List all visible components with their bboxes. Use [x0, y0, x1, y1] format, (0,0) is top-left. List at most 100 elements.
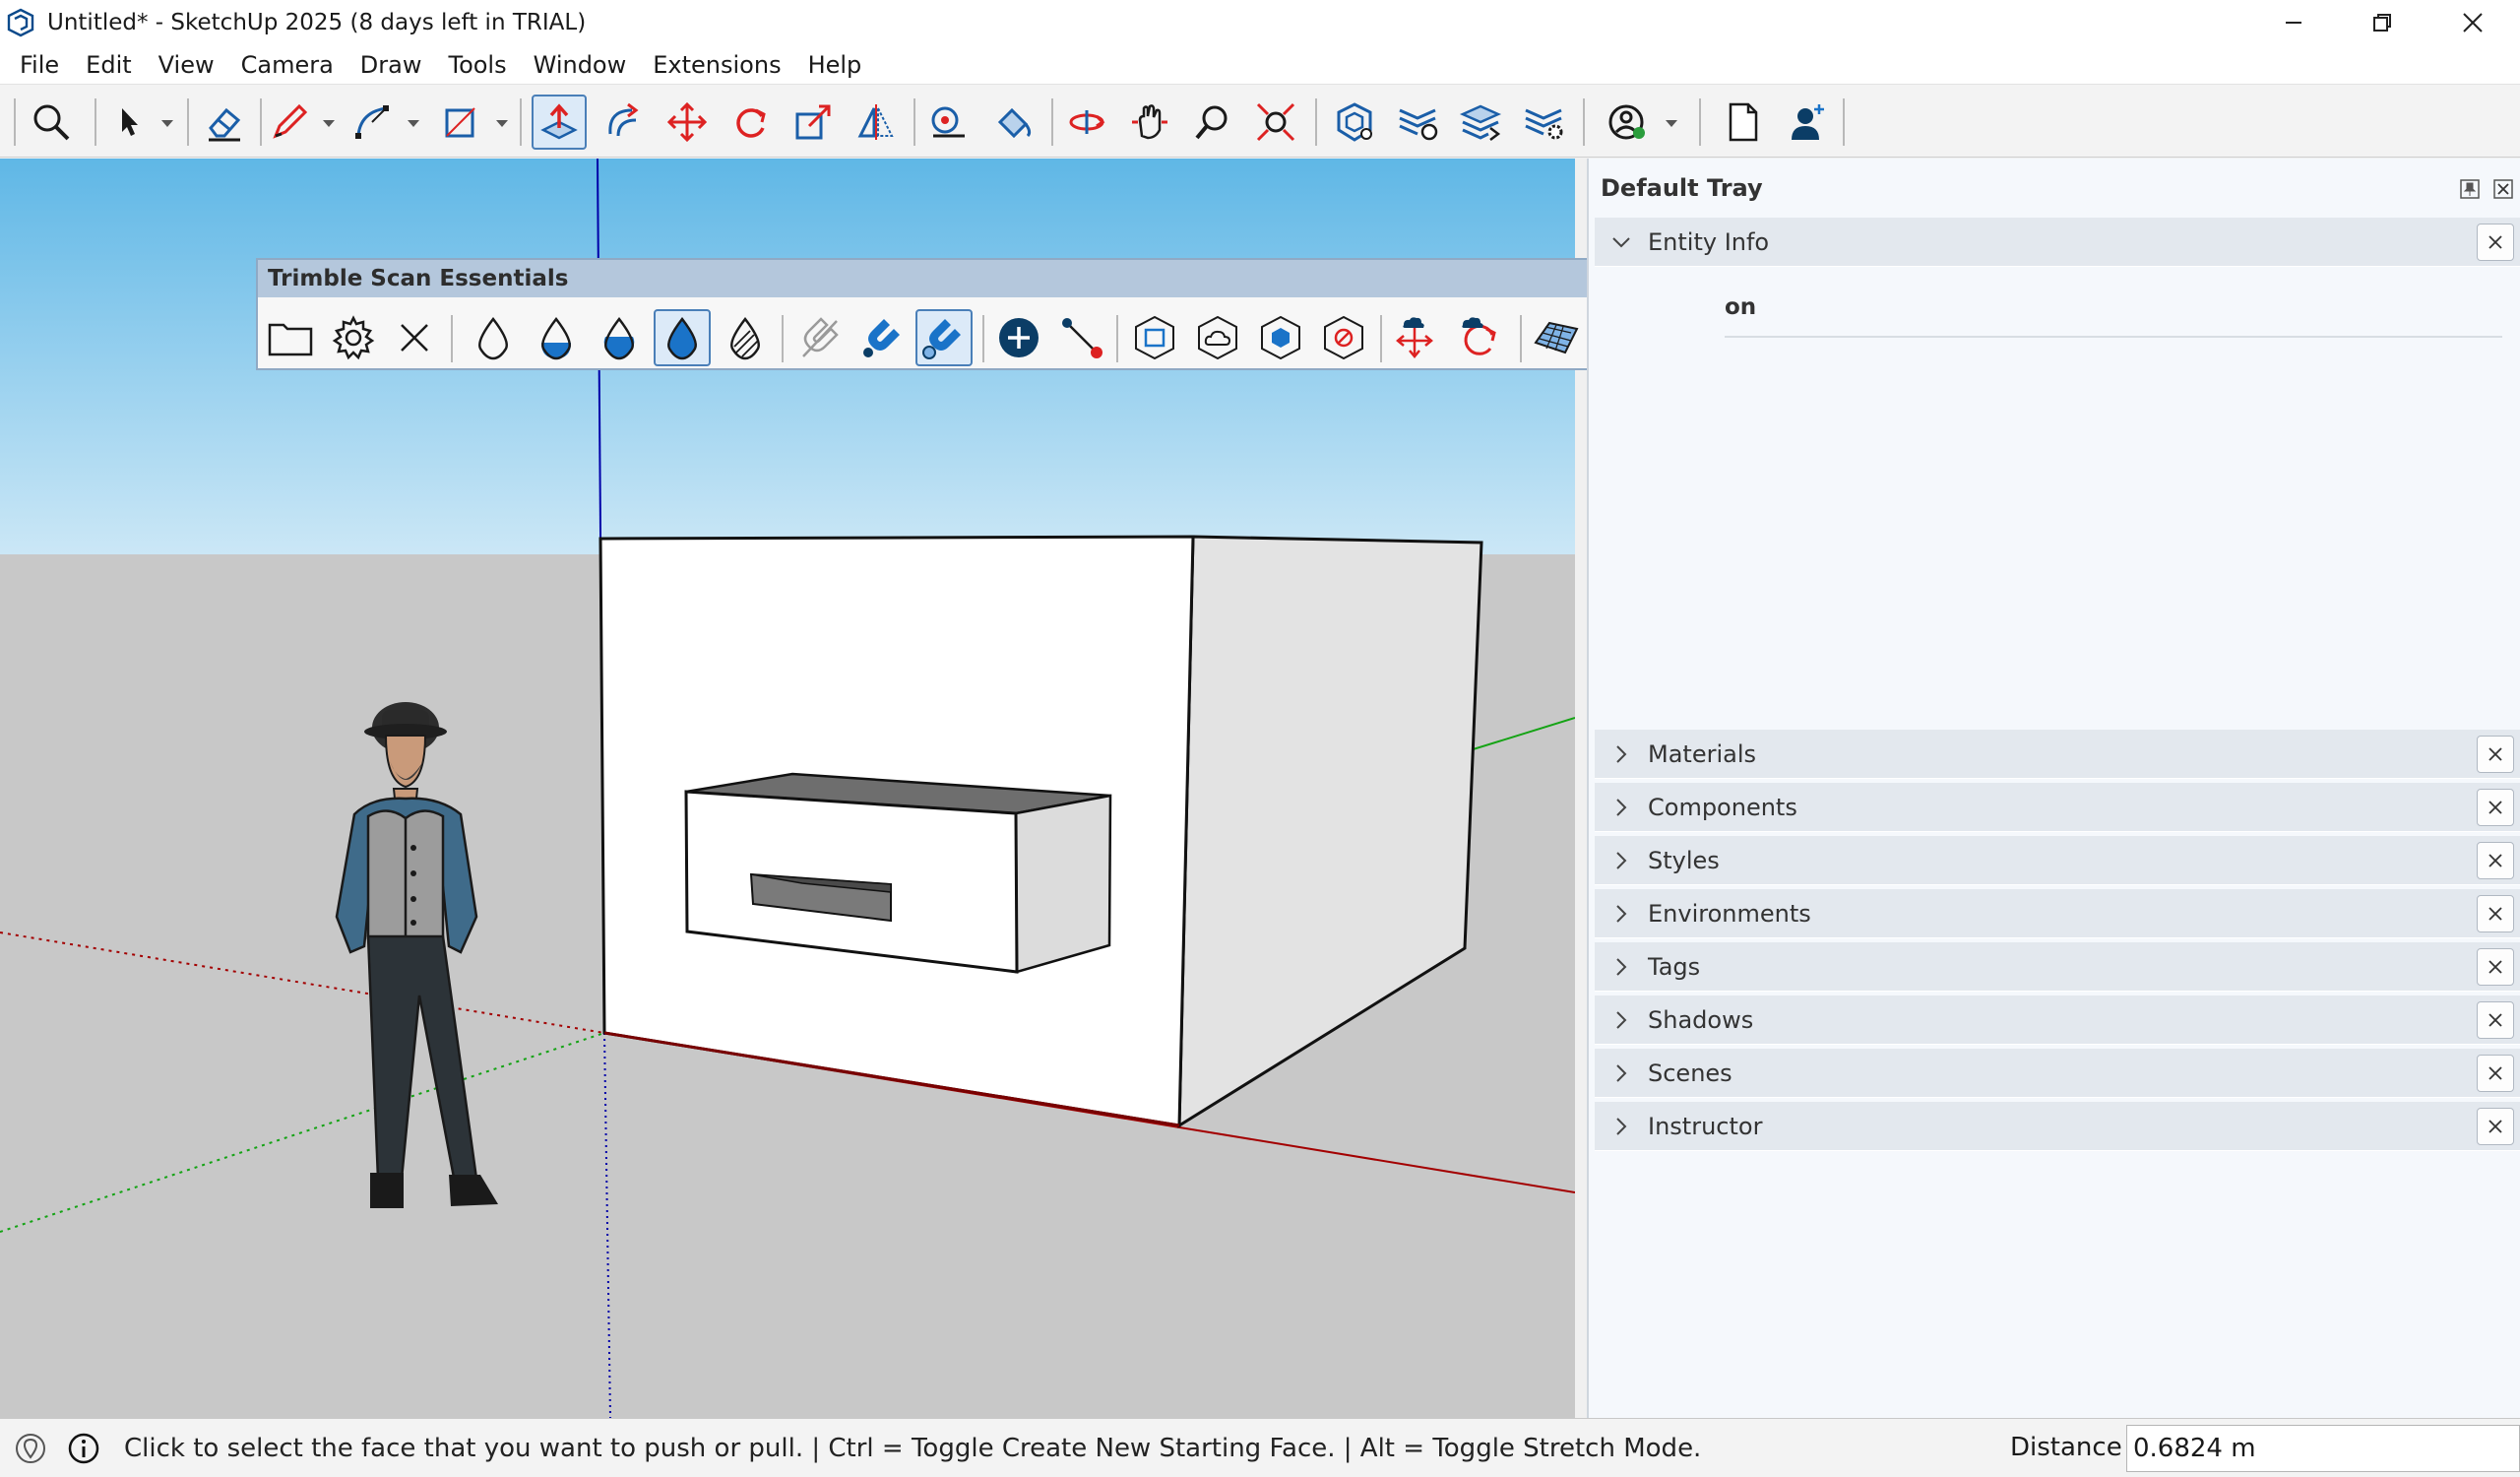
follow-me-tool-button[interactable]: [597, 95, 652, 150]
panel-close-button[interactable]: [2477, 842, 2514, 879]
toolbar-grip[interactable]: [14, 98, 16, 146]
split-button[interactable]: [1386, 309, 1443, 366]
panel-styles[interactable]: Styles: [1595, 836, 2520, 885]
pin-icon[interactable]: [2459, 178, 2481, 200]
chevron-down-icon[interactable]: [159, 116, 175, 130]
scan-settings-button[interactable]: [325, 309, 382, 366]
zoom-tool-button[interactable]: [1185, 95, 1240, 150]
panel-close-button[interactable]: [2477, 224, 2514, 261]
panel-close-button[interactable]: [2477, 948, 2514, 986]
panel-close-button[interactable]: [2477, 789, 2514, 826]
layout-button[interactable]: [1453, 95, 1508, 150]
search-tool-button[interactable]: [24, 95, 79, 150]
menu-edit[interactable]: Edit: [74, 51, 143, 79]
panel-environments[interactable]: Environments: [1595, 889, 2520, 938]
profile-button[interactable]: [1601, 95, 1656, 150]
snap-off-button[interactable]: [791, 309, 849, 366]
chevron-down-icon[interactable]: [321, 116, 337, 130]
drop-solid-button[interactable]: [654, 309, 711, 366]
user-button[interactable]: [1780, 95, 1835, 150]
close-icon: [2488, 960, 2502, 974]
toolbar-separator: [451, 315, 453, 362]
new-file-button[interactable]: [1715, 95, 1770, 150]
scale-tool-button[interactable]: [786, 95, 841, 150]
warehouse-button[interactable]: [1327, 95, 1382, 150]
menu-file[interactable]: File: [8, 51, 71, 79]
chevron-down-icon[interactable]: [406, 116, 421, 130]
orbit-tool-button[interactable]: [1059, 95, 1114, 150]
scan-toolbar-title: Trimble Scan Essentials: [268, 266, 569, 291]
menu-draw[interactable]: Draw: [348, 51, 434, 79]
toolbar-separator: [520, 98, 522, 146]
restore-button[interactable]: [2337, 0, 2427, 45]
drop-fill-button[interactable]: [591, 309, 648, 366]
select-tool-button[interactable]: [100, 95, 156, 150]
panel-close-button[interactable]: [2477, 1001, 2514, 1039]
move-tool-button[interactable]: [660, 95, 715, 150]
solid-box-button[interactable]: [1252, 309, 1309, 366]
panel-materials[interactable]: Materials: [1595, 730, 2520, 779]
scan-essentials-toolbar[interactable]: Trimble Scan Essentials: [256, 258, 1723, 370]
scan-toolbar-header[interactable]: Trimble Scan Essentials: [258, 260, 1721, 297]
arc-tool-button[interactable]: [345, 95, 400, 150]
paint-tool-button[interactable]: [984, 95, 1040, 150]
scan-clear-button[interactable]: [386, 309, 443, 366]
geolocation-icon[interactable]: [14, 1432, 47, 1465]
close-window-button[interactable]: [2427, 0, 2518, 45]
reload-button[interactable]: [1451, 309, 1508, 366]
snap-active-icon: [922, 319, 961, 359]
panel-close-button[interactable]: [2477, 895, 2514, 932]
measurements-input[interactable]: 0.6824 m: [2126, 1425, 2520, 1472]
panel-components[interactable]: Components: [1595, 783, 2520, 832]
menu-help[interactable]: Help: [796, 51, 874, 79]
panel-tags[interactable]: Tags: [1595, 942, 2520, 992]
menu-extensions[interactable]: Extensions: [641, 51, 792, 79]
drop-outline-button[interactable]: [465, 309, 522, 366]
inner-box-right[interactable]: [1014, 794, 1112, 974]
push-pull-tool-button[interactable]: [532, 95, 587, 150]
restore-icon: [2373, 14, 2391, 32]
flip-tool-button[interactable]: [849, 95, 904, 150]
menu-tools[interactable]: Tools: [436, 51, 518, 79]
pan-tool-button[interactable]: [1122, 95, 1177, 150]
menu-view[interactable]: View: [147, 51, 226, 79]
tape-measure-icon: [931, 106, 965, 138]
scan-open-button[interactable]: [262, 309, 319, 366]
chevron-down-icon[interactable]: [494, 116, 510, 130]
minimize-button[interactable]: [2248, 0, 2339, 45]
panel-close-button[interactable]: [2477, 736, 2514, 773]
pencil-tool-button[interactable]: [262, 95, 317, 150]
add-point-button[interactable]: [990, 309, 1047, 366]
cloud-box-button[interactable]: [1189, 309, 1246, 366]
snap-button[interactable]: [854, 309, 912, 366]
no-box-button[interactable]: [1315, 309, 1372, 366]
close-icon: [2488, 747, 2502, 761]
extension-manager-button[interactable]: [1516, 95, 1571, 150]
box-button[interactable]: [1126, 309, 1183, 366]
shape-tool-button[interactable]: [433, 95, 488, 150]
panel-close-button[interactable]: [2477, 1108, 2514, 1145]
panel-instructor[interactable]: Instructor: [1595, 1102, 2520, 1151]
rotate-tool-button[interactable]: [723, 95, 778, 150]
panel-title: Materials: [1648, 739, 1757, 768]
info-icon[interactable]: [67, 1432, 100, 1465]
tray-header: Default Tray: [1589, 159, 2520, 218]
eraser-tool-button[interactable]: [197, 95, 252, 150]
measure-line-button[interactable]: [1053, 309, 1110, 366]
panel-entity-info[interactable]: Entity Info: [1595, 218, 2520, 267]
drop-half-button[interactable]: [528, 309, 585, 366]
drop-hatched-button[interactable]: [717, 309, 774, 366]
panel-close-button[interactable]: [2477, 1055, 2514, 1092]
menu-window[interactable]: Window: [522, 51, 639, 79]
panel-shadows[interactable]: Shadows: [1595, 995, 2520, 1045]
zoom-extents-tool-button[interactable]: [1248, 95, 1303, 150]
snap-active-button[interactable]: [915, 309, 973, 366]
close-icon[interactable]: [2492, 178, 2514, 200]
panel-scenes[interactable]: Scenes: [1595, 1049, 2520, 1098]
tape-tool-button[interactable]: [921, 95, 976, 150]
mesh-button[interactable]: [1528, 309, 1585, 366]
scale-icon: [795, 104, 831, 140]
menu-camera[interactable]: Camera: [229, 51, 346, 79]
extension-warehouse-button[interactable]: [1390, 95, 1445, 150]
chevron-down-icon[interactable]: [1664, 116, 1679, 130]
